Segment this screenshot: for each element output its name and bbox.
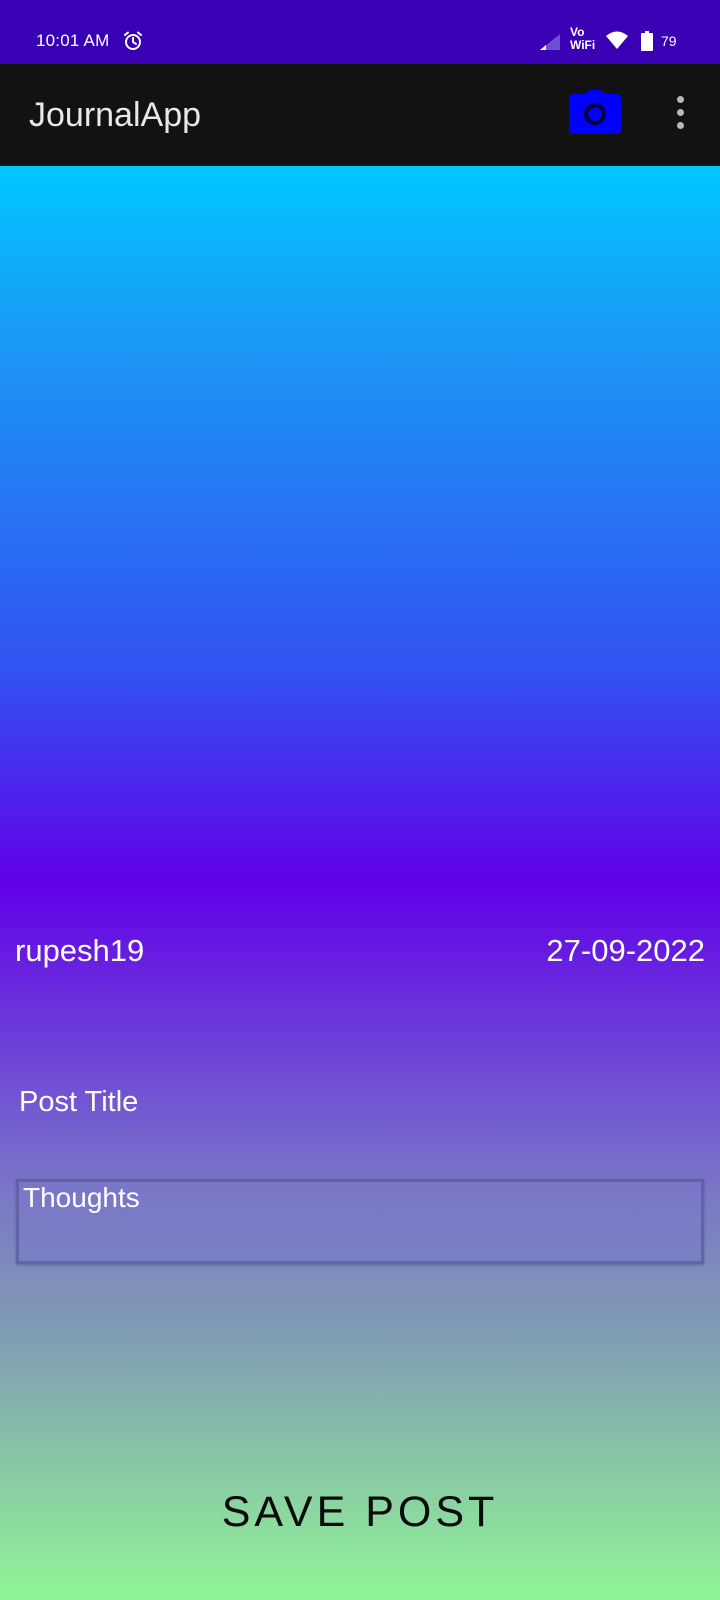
overflow-dot xyxy=(676,122,684,129)
status-time: 10:01 AM xyxy=(36,31,110,50)
username-label: rupesh19 xyxy=(15,933,145,968)
post-form: rupesh19 27-09-2022 SAVE POST xyxy=(0,166,720,1600)
journal-screen: 10:01 AM Vo WiFi 79 JournalApp rupesh19 … xyxy=(0,0,720,1600)
save-post-button[interactable]: SAVE POST xyxy=(160,1462,560,1562)
battery-icon xyxy=(641,31,653,51)
vowifi-indicator: Vo WiFi xyxy=(570,26,604,52)
app-title: JournalApp xyxy=(29,96,202,134)
overflow-menu-icon[interactable] xyxy=(666,96,694,134)
wifi-icon xyxy=(606,31,628,49)
thoughts-input[interactable] xyxy=(16,1179,704,1264)
camera-icon[interactable] xyxy=(569,90,621,134)
date-label: 27-09-2022 xyxy=(546,933,705,968)
post-title-input[interactable] xyxy=(10,1072,700,1132)
battery-level: 79 xyxy=(661,33,677,49)
alarm-icon xyxy=(124,31,142,50)
app-bar: JournalApp xyxy=(0,64,720,166)
signal-icon xyxy=(540,34,560,50)
overflow-dot xyxy=(676,96,684,103)
vowifi-bottom: WiFi xyxy=(570,38,596,52)
overflow-dot xyxy=(676,109,684,116)
status-bar: 10:01 AM Vo WiFi 79 xyxy=(0,0,720,64)
